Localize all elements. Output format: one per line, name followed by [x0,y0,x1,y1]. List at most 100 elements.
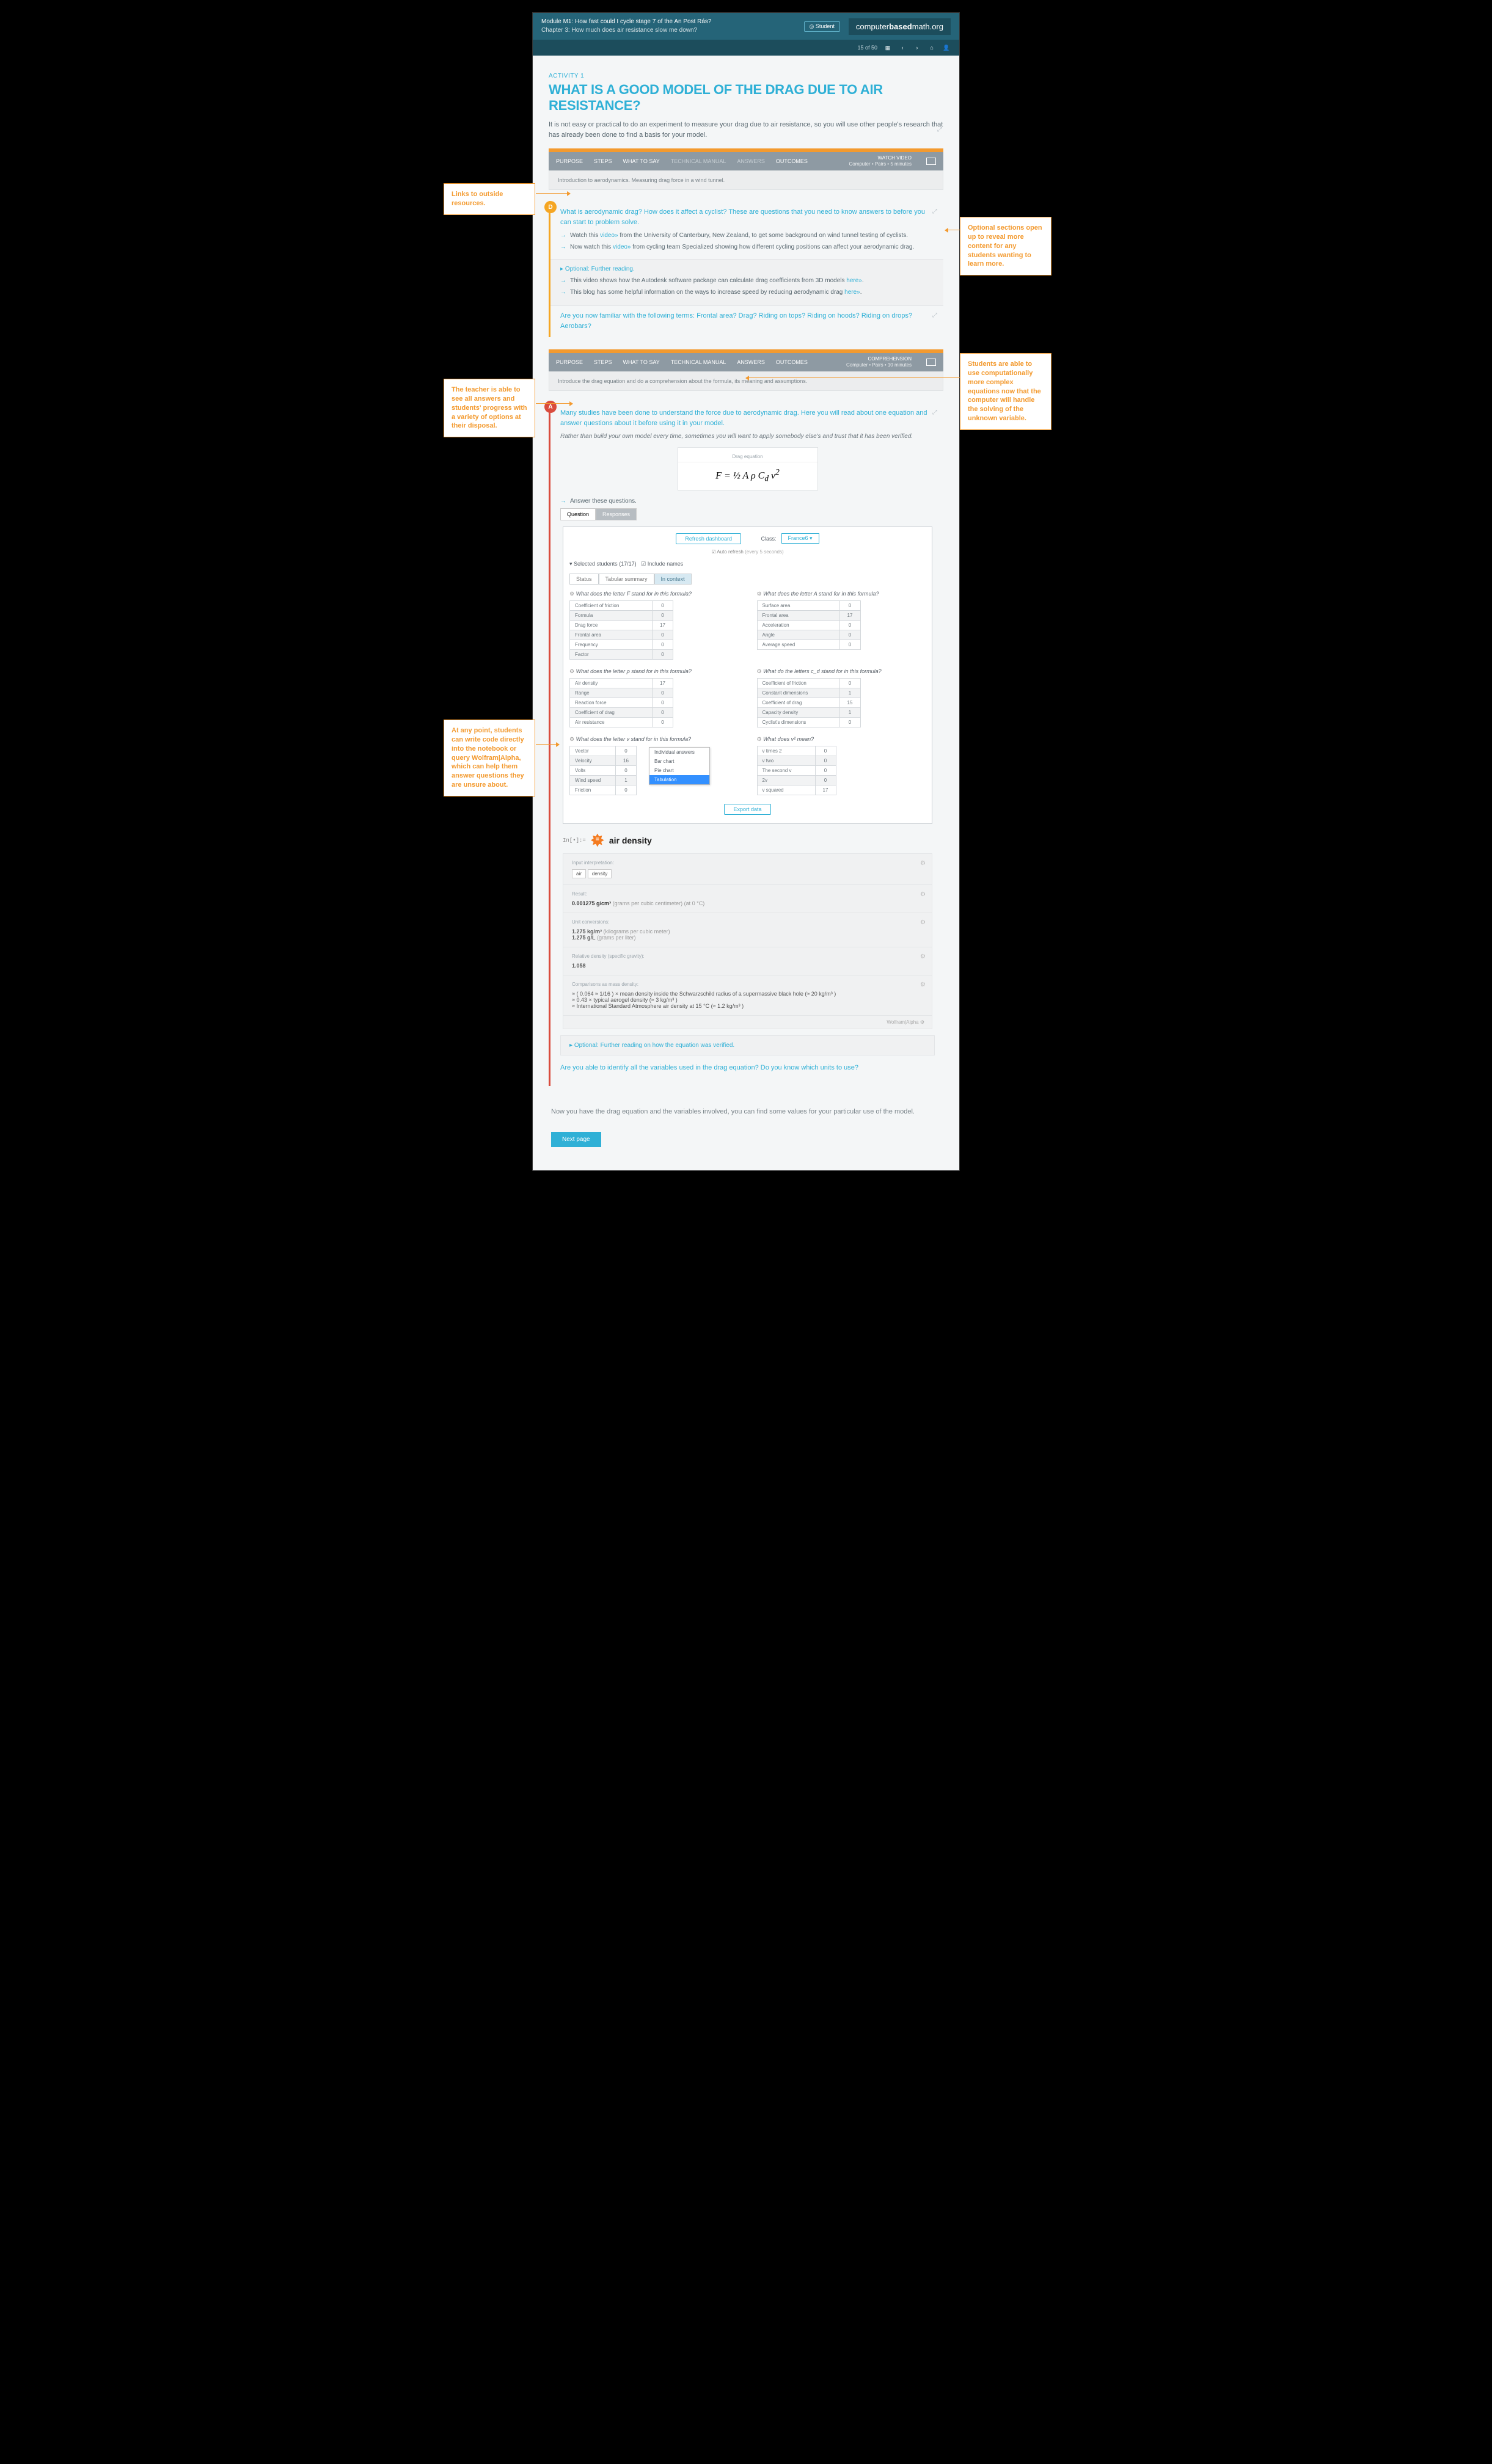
here-link[interactable]: here» [844,289,860,296]
gear-icon[interactable]: ⚙ [920,891,926,898]
input-label: In[•]:= [563,837,586,844]
equation-box: Drag equation F = ½ A ρ Cd v2 [678,447,818,490]
query-text[interactable]: air density [609,836,652,845]
tab-row: PURPOSE STEPS WHAT TO SAY TECHNICAL MANU… [549,152,943,170]
gear-icon[interactable]: ⚙ [920,953,926,960]
vtab-status[interactable]: Status [569,574,599,585]
top-header: Module M1: How fast could I cycle stage … [533,13,959,40]
question-a: What does the letter A stand for in this… [757,591,926,597]
tab-say[interactable]: WHAT TO SAY [623,359,660,365]
expand-icon[interactable]: ⤢ [932,409,938,415]
answers-table-rho: Air density17Range0Reaction force0Coeffi… [569,678,673,727]
expand-icon[interactable]: ⤢ [932,208,938,214]
callout-wolfram: At any point, students can write code di… [444,720,535,796]
vtab-context[interactable]: In context [654,574,692,585]
callout-equations: Students are able to use computationally… [960,353,1051,430]
question-rho: What does the letter ρ stand for in this… [569,668,739,675]
vtab-tabular[interactable]: Tabular summary [599,574,654,585]
question-v2: What does v² mean? [757,736,926,743]
letter-a-badge: A [544,401,557,413]
tab-description: Introduction to aerodynamics. Measuring … [549,170,943,190]
tab-outcomes[interactable]: OUTCOMES [776,359,808,365]
activity-title: WHAT IS A GOOD MODEL OF THE DRAG DUE TO … [549,82,943,114]
dropdown-menu[interactable]: Individual answersBar chartPie chartTabu… [649,747,710,785]
tab-responses[interactable]: Responses [596,508,637,520]
wolfram-icon: = [591,834,604,847]
expand-icon[interactable]: ⤢ [932,312,938,318]
optional-heading: ▸ Optional: Further reading. [560,266,934,272]
home-icon[interactable]: ⌂ [927,43,936,52]
instruction-line: →Now watch this video» from cycling team… [560,244,935,250]
module-title: Module M1: How fast could I cycle stage … [541,18,711,26]
class-label: Class: [761,536,777,542]
wolfram-footer: Wolfram|Alpha ⚙ [563,1016,932,1029]
tab-answers[interactable]: ANSWERS [737,158,765,164]
gear-icon[interactable]: ⚙ [920,860,926,867]
tab-answers[interactable]: ANSWERS [737,359,765,365]
question-text: What is aerodynamic drag? How does it af… [560,207,935,227]
question-text: Are you now familiar with the following … [560,311,935,331]
tab-outcomes[interactable]: OUTCOMES [776,158,808,164]
nav-toolbar: 15 of 50 ▦ ‹ › ⌂ 👤 [533,40,959,56]
watch-video-info: WATCH VIDEOComputer • Pairs • 5 minutes [849,155,912,167]
instruction-line: →Watch this video» from the University o… [560,232,935,239]
question-text: Are you able to identify all the variabl… [560,1055,935,1081]
screen-icon[interactable] [926,158,936,165]
letter-d-badge: D [544,201,557,213]
callout-leader [746,377,960,378]
class-select[interactable]: France6 ▾ [781,533,819,544]
answers-table-v2: v times 20v two0The second v02v0v square… [757,746,836,795]
equation-label: Drag equation [678,454,817,462]
auto-refresh[interactable]: ☑ Auto refresh (every 5 seconds) [569,549,926,555]
tab-steps[interactable]: STEPS [594,158,612,164]
tab-steps[interactable]: STEPS [594,359,612,365]
here-link[interactable]: here» [846,277,862,284]
answers-table-a: Surface area0Frontal area17Acceleration0… [757,600,861,650]
tab-say[interactable]: WHAT TO SAY [623,158,660,164]
next-icon[interactable]: › [913,43,921,52]
callout-leader [536,403,572,404]
callout-links: Links to outside resources. [444,183,535,215]
body-text: Now you have the drag equation and the v… [549,1098,943,1126]
tab-tech[interactable]: TECHNICAL MANUAL [671,158,726,164]
user-icon[interactable]: 👤 [942,43,951,52]
sub-note: Rather than build your own model every t… [560,433,935,440]
tab-tech[interactable]: TECHNICAL MANUAL [671,359,726,365]
question-f: What does the letter F stand for in this… [569,591,739,597]
answers-table-v: Vector0Velocity16Volts0Wind speed1Fricti… [569,746,637,795]
screen-icon[interactable] [926,359,936,366]
callout-teacher: The teacher is able to see all answers a… [444,379,535,437]
student-badge[interactable]: ◎ Student [804,21,840,32]
view-tabs: Status Tabular summary In context [569,574,692,585]
refresh-button[interactable]: Refresh dashboard [676,533,741,544]
activity-intro: It is not easy or practical to do an exp… [549,120,943,140]
wolfram-query: In[•]:= = air density [563,834,932,847]
answers-table-cd: Coefficient of friction0Constant dimensi… [757,678,861,727]
tab-purpose[interactable]: PURPOSE [556,158,583,164]
drag-equation: F = ½ A ρ Cd v2 [678,467,817,484]
next-page-button[interactable]: Next page [551,1132,601,1147]
answers-table-f: Coefficient of friction0Formula0Drag for… [569,600,673,660]
video-link[interactable]: video» [613,244,631,250]
video-link[interactable]: video» [600,232,618,239]
chapter-title: Chapter 3: How much does air resistance … [541,26,711,35]
optional-bar[interactable]: ▸ Optional: Further reading on how the e… [560,1035,935,1055]
tab-purpose[interactable]: PURPOSE [556,359,583,365]
selected-students[interactable]: ▾ Selected students (17/17) ☑ Include na… [569,561,926,567]
tab-row: PURPOSE STEPS WHAT TO SAY TECHNICAL MANU… [549,353,943,371]
activity-label: ACTIVITY 1 [549,73,943,79]
question-v: What does the letter v stand for in this… [569,736,739,743]
brand-logo: computerbasedmath.org [849,18,951,35]
callout-leader [536,744,559,745]
gear-icon[interactable]: ⚙ [920,982,926,988]
question-cd: What do the letters c_d stand for in thi… [757,668,926,675]
optional-section[interactable]: ▸ Optional: Further reading. →This video… [550,259,943,306]
wolfram-result: ⚙Input interpretation:airdensity ⚙Result… [563,853,932,1029]
prev-icon[interactable]: ‹ [898,43,907,52]
tab-question[interactable]: Question [560,508,596,520]
comprehension-info: COMPREHENSIONComputer • Pairs • 10 minut… [846,356,912,368]
export-button[interactable]: Export data [724,804,770,815]
question-text: Many studies have been done to understan… [560,408,935,428]
gear-icon[interactable]: ⚙ [920,919,926,926]
sections-icon[interactable]: ▦ [883,43,892,52]
